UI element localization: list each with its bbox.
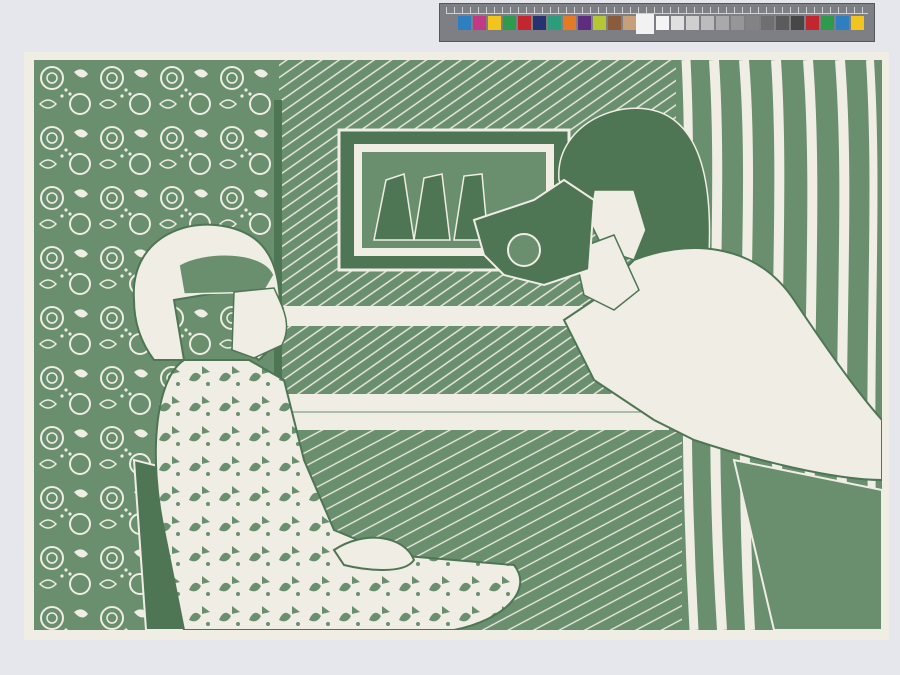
camera-lens: [507, 233, 541, 267]
color-patch: [548, 16, 561, 30]
color-patch: [488, 16, 501, 30]
color-patch: [578, 16, 591, 30]
card-label-box: [636, 14, 654, 34]
color-patch: [608, 16, 621, 30]
color-patch: [563, 16, 576, 30]
grey-patch: [776, 16, 789, 30]
color-patch: [503, 16, 516, 30]
card-ruler: [446, 7, 868, 14]
grey-patch: [701, 16, 714, 30]
grey-patch: [851, 16, 864, 30]
color-patch: [623, 16, 636, 30]
grey-patch: [686, 16, 699, 30]
grey-patch: [671, 16, 684, 30]
color-patch: [473, 16, 486, 30]
grey-patch: [791, 16, 804, 30]
color-patch: [533, 16, 546, 30]
grey-patch: [746, 16, 759, 30]
color-patch-row: [458, 16, 638, 30]
color-calibration-card: [439, 3, 875, 42]
linocut-print: [34, 60, 882, 630]
color-patch: [458, 16, 471, 30]
grey-patch: [731, 16, 744, 30]
color-patch: [593, 16, 606, 30]
grey-patch: [806, 16, 819, 30]
grey-patch: [836, 16, 849, 30]
grey-patch: [716, 16, 729, 30]
grey-patch: [761, 16, 774, 30]
girl-bangs: [178, 254, 275, 295]
grey-patch: [656, 16, 669, 30]
grey-patch-row: [656, 16, 866, 30]
grey-patch: [821, 16, 834, 30]
color-patch: [518, 16, 531, 30]
